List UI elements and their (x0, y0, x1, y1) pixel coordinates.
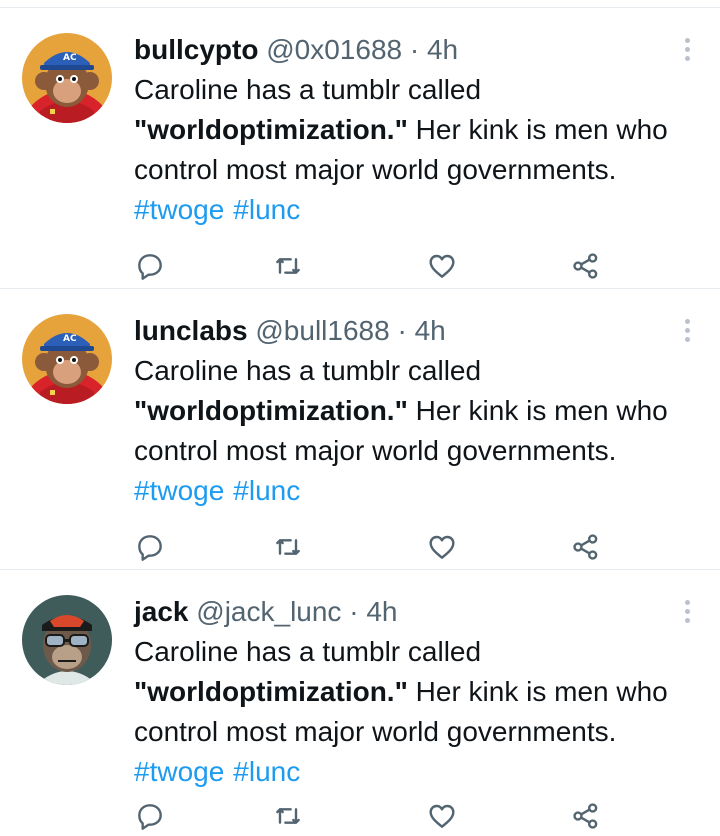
reply-icon (138, 535, 162, 561)
tweet[interactable]: AC bullcypto @0x01688 · 4h Caroline has … (0, 8, 720, 289)
timestamp[interactable]: 4h (415, 315, 446, 346)
share-button[interactable] (566, 527, 606, 567)
svg-text:AC: AC (63, 334, 77, 344)
text-fragment: Her kink is men who (407, 676, 668, 707)
heart-icon (429, 254, 455, 278)
tweet-actions (134, 527, 620, 567)
avatar[interactable]: AC (22, 314, 112, 404)
heart-icon (429, 804, 455, 828)
hashtag-row: #twoge #lunc (134, 190, 714, 230)
tweet-text-line: control most major world governments. (134, 435, 617, 466)
tweet-text-line: Caroline has a tumblr called (134, 355, 482, 386)
hashtag-link[interactable]: #lunc (233, 756, 300, 787)
reply-button[interactable] (130, 527, 170, 567)
like-button[interactable] (422, 527, 462, 567)
reply-button[interactable] (130, 246, 170, 286)
more-vertical-icon[interactable] (682, 319, 692, 349)
monkey-avatar-icon: AC (22, 33, 112, 123)
monkey-avatar-icon: AC (22, 314, 112, 404)
tweet-text: Caroline has a tumblr called "worldoptim… (134, 351, 714, 511)
retweet-icon (276, 539, 300, 555)
retweet-icon (276, 258, 300, 274)
retweet-button[interactable] (268, 246, 308, 286)
tweet-text: Caroline has a tumblr called "worldoptim… (134, 632, 714, 792)
hashtag-link[interactable]: #lunc (233, 475, 300, 506)
tweet-actions (134, 796, 620, 836)
more-vertical-icon[interactable] (682, 600, 692, 630)
retweet-icon (276, 808, 300, 824)
share-icon (573, 803, 598, 829)
retweet-button[interactable] (268, 796, 308, 836)
tweet-text-line: "worldoptimization." Her kink is men who (134, 391, 714, 431)
tweet-text-line: control most major world governments. (134, 716, 617, 747)
tweet[interactable]: jack @jack_lunc · 4h Caroline has a tumb… (0, 570, 720, 834)
tweet-text-line: Caroline has a tumblr called (134, 636, 482, 667)
user-name[interactable]: bullcypto (134, 34, 258, 65)
tweet-header: bullcypto @0x01688 · 4h (134, 30, 458, 70)
like-button[interactable] (422, 796, 462, 836)
user-name[interactable]: jack (134, 596, 189, 627)
tweet-text-line: Caroline has a tumblr called (134, 74, 482, 105)
hashtag-link[interactable]: #twoge (134, 475, 224, 506)
tweet[interactable]: AC lunclabs @bull1688 · 4h Caroline has … (0, 289, 720, 570)
tweet-actions (134, 246, 620, 286)
heart-icon (429, 535, 455, 559)
retweet-button[interactable] (268, 527, 308, 567)
hashtag-row: #twoge #lunc (134, 471, 714, 511)
like-button[interactable] (422, 246, 462, 286)
reply-icon (138, 804, 162, 830)
bold-text: "worldoptimization." (134, 114, 408, 145)
timestamp[interactable]: 4h (366, 596, 397, 627)
reply-button[interactable] (130, 796, 170, 836)
tweet-text-line: control most major world governments. (134, 154, 617, 185)
ape-avatar-icon (22, 595, 112, 685)
share-button[interactable] (566, 796, 606, 836)
tweet-text: Caroline has a tumblr called "worldoptim… (134, 70, 714, 230)
tweet-feed: AC bullcypto @0x01688 · 4h Caroline has … (0, 0, 720, 834)
hashtag-link[interactable]: #twoge (134, 194, 224, 225)
separator: · (397, 315, 407, 346)
more-vertical-icon[interactable] (682, 38, 692, 68)
bold-text: "worldoptimization." (134, 676, 408, 707)
tweet-text-line: "worldoptimization." Her kink is men who (134, 110, 714, 150)
bold-text: "worldoptimization." (134, 395, 408, 426)
share-button[interactable] (566, 246, 606, 286)
timestamp[interactable]: 4h (427, 34, 458, 65)
tweet-header: lunclabs @bull1688 · 4h (134, 311, 446, 351)
share-icon (573, 253, 598, 279)
avatar[interactable]: AC (22, 33, 112, 123)
svg-text:AC: AC (63, 53, 77, 63)
tweet-header: jack @jack_lunc · 4h (134, 592, 397, 632)
user-handle[interactable]: @bull1688 (255, 315, 389, 346)
hashtag-row: #twoge #lunc (134, 752, 714, 792)
user-name[interactable]: lunclabs (134, 315, 248, 346)
hashtag-link[interactable]: #lunc (233, 194, 300, 225)
text-fragment: Her kink is men who (407, 114, 668, 145)
text-fragment: Her kink is men who (407, 395, 668, 426)
avatar[interactable] (22, 595, 112, 685)
tweet-text-line: "worldoptimization." Her kink is men who (134, 672, 714, 712)
hashtag-link[interactable]: #twoge (134, 756, 224, 787)
share-icon (573, 534, 598, 560)
separator: · (409, 34, 420, 65)
reply-icon (138, 254, 162, 280)
separator: · (349, 596, 359, 627)
user-handle[interactable]: @0x01688 (266, 34, 402, 65)
user-handle[interactable]: @jack_lunc (196, 596, 341, 627)
